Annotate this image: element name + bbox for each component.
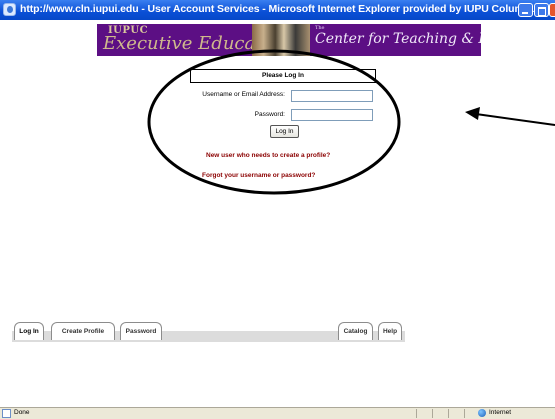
annotation-arrow-line (475, 113, 555, 126)
tab-catalog[interactable]: Catalog (338, 322, 373, 340)
site-banner: IUPUC Executive Education The Center for… (97, 24, 481, 56)
password-label: Password: (254, 111, 285, 118)
tab-password[interactable]: Password (120, 322, 162, 340)
password-field[interactable] (291, 109, 373, 121)
new-user-link[interactable]: New user who needs to create a profile? (206, 152, 330, 159)
status-divider (432, 409, 433, 418)
globe-icon (478, 409, 486, 417)
executive-education-logo: IUPUC Executive Education (97, 24, 291, 56)
annotation-overlay (147, 49, 555, 195)
username-field[interactable] (291, 90, 373, 102)
status-divider (448, 409, 449, 418)
tab-log-in[interactable]: Log In (14, 322, 44, 340)
security-zone: Internet (489, 409, 512, 416)
minimize-icon[interactable] (518, 3, 533, 17)
status-text: Done (14, 409, 30, 416)
close-icon[interactable] (549, 3, 555, 17)
center-teaching-learning-wordmark: Center for Teaching & Learning (315, 31, 481, 47)
page-icon (2, 409, 11, 418)
status-bar: Done Internet (0, 407, 555, 419)
login-header: Please Log In (190, 69, 376, 83)
tab-help[interactable]: Help (378, 322, 402, 340)
username-label: Username or Email Address: (202, 91, 285, 98)
forgot-credentials-link[interactable]: Forgot your username or password? (202, 172, 315, 179)
annotation-arrow-head (465, 107, 480, 120)
window-title: http://www.cln.iupui.edu - User Account … (20, 3, 543, 15)
banner-photo (252, 24, 310, 56)
login-button[interactable]: Log In (270, 125, 299, 138)
internet-explorer-icon (3, 3, 16, 16)
status-divider (416, 409, 417, 418)
window-title-bar[interactable]: http://www.cln.iupui.edu - User Account … (0, 0, 555, 20)
maximize-icon[interactable] (534, 3, 549, 17)
status-divider (464, 409, 465, 418)
tab-create-profile[interactable]: Create Profile (51, 322, 115, 340)
